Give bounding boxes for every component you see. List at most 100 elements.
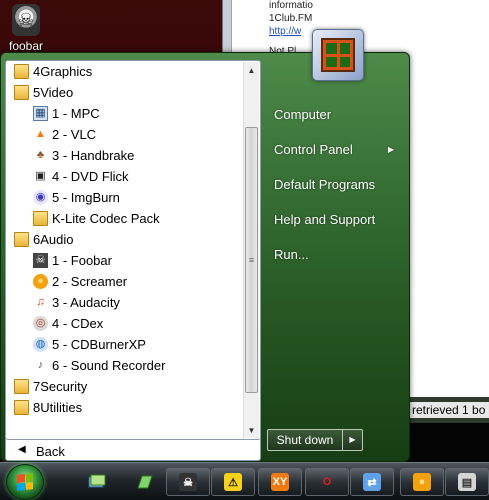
printer-icon: ▤ (458, 473, 476, 491)
shut-down-options-arrow-icon[interactable]: ▶ (343, 429, 363, 451)
program-label: 1 - MPC (52, 106, 100, 121)
background-text: 1Club.FM (269, 13, 313, 24)
scroll-up-arrow-icon[interactable]: ▲ (244, 62, 259, 78)
program-label: 4 - CDex (52, 316, 104, 331)
program-folder[interactable]: 6Audio (6, 229, 243, 250)
menu-item-label: Help and Support (274, 212, 376, 227)
folder-icon (14, 64, 29, 79)
screamer-icon: ⚠ (224, 473, 242, 491)
menu-item-label: Run... (274, 247, 309, 262)
program-folder[interactable]: 8Utilities (6, 397, 243, 418)
program-item[interactable]: ☠ 1 - Foobar (6, 250, 243, 271)
program-label: K-Lite Codec Pack (52, 211, 160, 226)
program-label: 6 - Sound Recorder (52, 358, 166, 373)
show-desktop-icon[interactable] (88, 474, 106, 490)
menu-item-label: Control Panel (274, 142, 353, 157)
folder-icon (33, 211, 48, 226)
orange-icon: ● (413, 473, 431, 491)
audacity-icon: ♫ (36, 296, 45, 308)
menu-item-computer[interactable]: Computer (269, 101, 407, 129)
program-item[interactable]: ♫ 3 - Audacity (6, 292, 243, 313)
foobar-icon: ☠ (12, 4, 40, 36)
foobar-icon: ☠ (33, 253, 48, 268)
taskbar-button-network[interactable]: ⇄ (350, 468, 394, 496)
shut-down-button[interactable]: Shut down (267, 429, 343, 451)
program-label: 5 - ImgBurn (52, 190, 120, 205)
program-label: 4Graphics (33, 64, 93, 79)
all-programs-panel: 4Graphics 5Video ▦ 1 - MPC ▲ 2 - VLC ♣ 3 - Hand… (5, 60, 261, 440)
scroll-down-arrow-icon[interactable]: ▼ (244, 422, 259, 438)
program-label: 3 - Handbrake (52, 148, 135, 163)
cdburnerxp-icon: ◍ (33, 337, 48, 352)
program-label: 2 - VLC (52, 127, 97, 142)
programs-scrollbar[interactable]: ▲ ≡ ▼ (243, 62, 259, 438)
menu-item-label: Default Programs (274, 177, 376, 192)
programs-list: 4Graphics 5Video ▦ 1 - MPC ▲ 2 - VLC ♣ 3 - Hand… (6, 61, 243, 418)
submenu-arrow-icon: ▶ (387, 145, 394, 154)
program-item[interactable]: ◉ 5 - ImgBurn (6, 187, 243, 208)
user-avatar-icon (321, 38, 355, 72)
taskbar-button-opera[interactable]: O (305, 468, 349, 496)
taskbar-button-foobar[interactable]: ☠ (166, 468, 210, 496)
mpc-icon: ▦ (33, 106, 48, 121)
program-item[interactable]: ▲ 2 - VLC (6, 124, 243, 145)
foobar-icon: ☠ (179, 473, 197, 491)
taskbar-button-orange[interactable]: ● (400, 468, 444, 496)
program-folder[interactable]: 7Security (6, 376, 243, 397)
folder-icon (14, 400, 29, 415)
program-item[interactable]: ● 2 - Screamer (6, 271, 243, 292)
program-folder[interactable]: 4Graphics (6, 61, 243, 82)
folder-icon (14, 379, 29, 394)
imgburn-icon: ◉ (33, 190, 48, 205)
background-link[interactable]: http://w (269, 26, 301, 37)
handbrake-icon: ♣ (36, 149, 45, 161)
background-status-text: retrieved 1 bo (409, 402, 489, 418)
network-icon: ⇄ (363, 473, 381, 491)
program-label: 4 - DVD Flick (52, 169, 129, 184)
background-text: informatio (269, 0, 313, 11)
program-item[interactable]: ♪ 6 - Sound Recorder (6, 355, 243, 376)
program-item[interactable]: ◍ 5 - CDBurnerXP (6, 334, 243, 355)
taskbar: ☠ ⚠ XY O ⇄ ● ▤ (0, 462, 489, 500)
menu-item-run[interactable]: Run... (269, 241, 407, 269)
switch-windows-icon[interactable] (136, 474, 154, 490)
taskbar-button-xy[interactable]: XY (258, 468, 302, 496)
back-label: Back (36, 444, 65, 459)
menu-item-help-and-support[interactable]: Help and Support (269, 206, 407, 234)
opera-icon: O (322, 476, 332, 488)
xy-icon: XY (271, 473, 289, 491)
program-label: 8Utilities (33, 400, 83, 415)
cdex-icon: ◎ (33, 316, 48, 331)
folder-icon (14, 232, 29, 247)
menu-item-control-panel[interactable]: Control Panel ▶ (269, 136, 407, 164)
user-picture[interactable] (312, 29, 364, 81)
scroll-thumb[interactable]: ≡ (245, 127, 258, 393)
start-menu: 4Graphics 5Video ▦ 1 - MPC ▲ 2 - VLC ♣ 3 - Hand… (0, 29, 410, 464)
vlc-icon: ▲ (35, 128, 46, 140)
program-folder[interactable]: K-Lite Codec Pack (6, 208, 243, 229)
program-label: 7Security (33, 379, 88, 394)
program-label: 2 - Screamer (52, 274, 128, 289)
windows-logo-icon (17, 473, 33, 491)
taskbar-button-screamer[interactable]: ⚠ (211, 468, 255, 496)
dvd-flick-icon: ▣ (35, 170, 46, 182)
screamer-icon: ● (33, 274, 48, 289)
desktop-shortcut-foobar[interactable]: ☠ foobar (4, 4, 48, 53)
program-item[interactable]: ♣ 3 - Handbrake (6, 145, 243, 166)
program-item[interactable]: ◎ 4 - CDex (6, 313, 243, 334)
back-button[interactable]: ◀ Back (5, 440, 261, 464)
folder-icon (14, 85, 29, 100)
taskbar-button-printer[interactable]: ▤ (445, 468, 489, 496)
program-label: 6Audio (33, 232, 74, 247)
program-folder[interactable]: 5Video (6, 82, 243, 103)
desktop-shortcut-label: foobar (8, 39, 44, 53)
program-item[interactable]: ▦ 1 - MPC (6, 103, 243, 124)
program-label: 1 - Foobar (52, 253, 112, 268)
menu-item-default-programs[interactable]: Default Programs (269, 171, 407, 199)
sound-recorder-icon: ♪ (37, 359, 44, 371)
program-item[interactable]: ▣ 4 - DVD Flick (6, 166, 243, 187)
start-button[interactable] (6, 464, 44, 500)
program-label: 5Video (33, 85, 74, 100)
program-label: 5 - CDBurnerXP (52, 337, 146, 352)
back-arrow-icon: ◀ (18, 444, 26, 455)
